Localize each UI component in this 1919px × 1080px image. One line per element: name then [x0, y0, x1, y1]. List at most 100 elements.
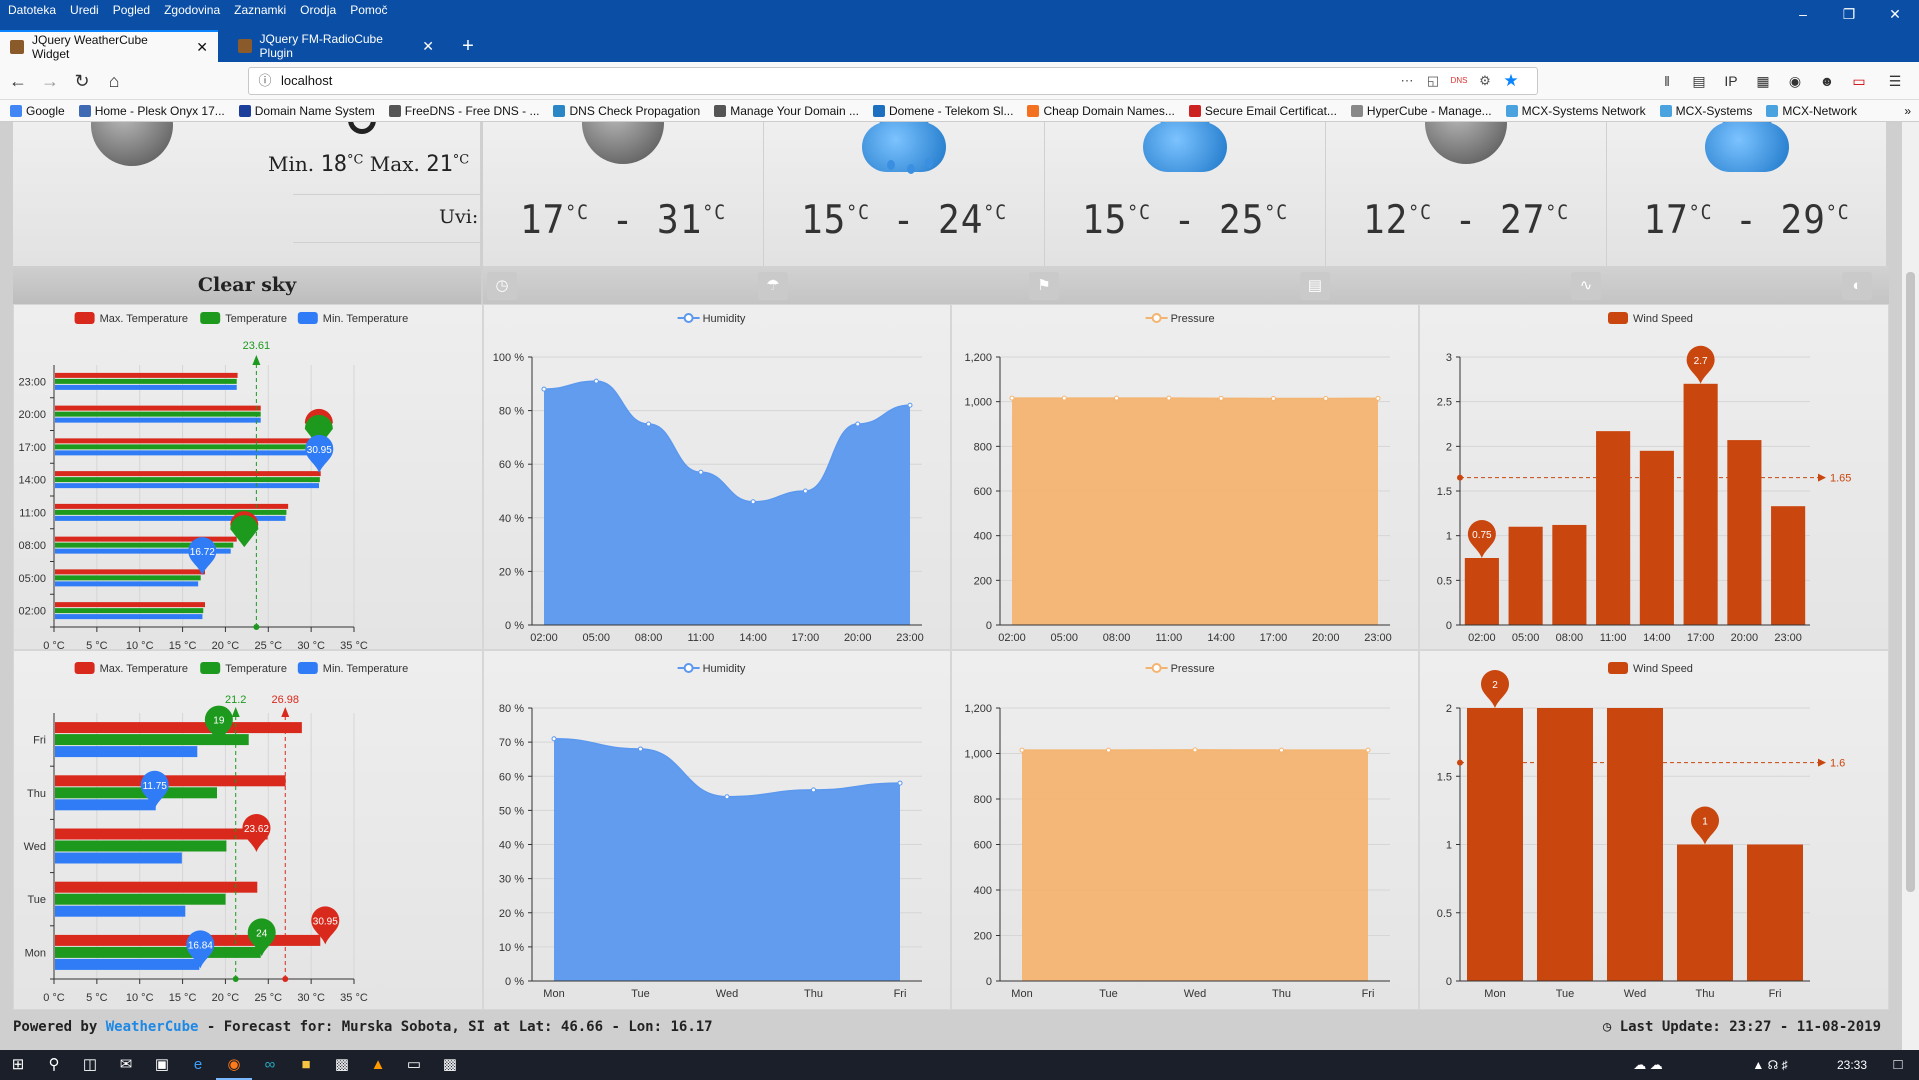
new-tab-button[interactable]: + [452, 30, 484, 62]
vlc-icon[interactable]: ▲ [360, 1050, 396, 1080]
x-tick-label: 20:00 [1312, 632, 1340, 644]
menu-help[interactable]: Pomoč [348, 0, 389, 20]
pdf-icon[interactable]: ▭ [1848, 70, 1870, 92]
menu-file[interactable]: Datoteka [6, 0, 58, 20]
ip-icon[interactable]: IP [1720, 70, 1742, 92]
tray-network-volume[interactable]: ▲ ☊ ♯ [1740, 1050, 1800, 1080]
flag-icon[interactable]: ⚑ [1029, 272, 1059, 300]
data-point [1323, 396, 1329, 402]
close-tab-icon[interactable]: ✕ [196, 39, 208, 56]
sim-icon[interactable]: ▤ [1300, 272, 1330, 300]
dash: - [1150, 197, 1220, 244]
bookmark-item[interactable]: Cheap Domain Names... [1027, 104, 1175, 118]
forecast-day-panel: 15°C - 25°C [1045, 122, 1326, 266]
bookmark-item[interactable]: FreeDNS - Free DNS - ... [388, 103, 540, 118]
clock-icon[interactable]: ◷ [487, 272, 517, 300]
bookmark-item[interactable]: MCX-Systems [1659, 104, 1752, 118]
contrast-icon[interactable]: ◐ [1842, 272, 1872, 300]
menu-tools[interactable]: Orodja [298, 0, 338, 20]
bookmark-item[interactable]: Domain Name System [238, 103, 375, 118]
restore-button[interactable]: ❐ [1826, 0, 1872, 28]
search-icon[interactable]: ⚲ [36, 1050, 72, 1080]
bar [55, 799, 156, 811]
x-tick-label: 10 °C [126, 992, 154, 1004]
temp-min: 15 [800, 197, 847, 244]
bookmark-item[interactable]: DNS Check Propagation [553, 104, 700, 118]
forecast-temperature-range: 15°C - 24°C [764, 198, 1044, 243]
legend-swatch [1608, 312, 1628, 324]
task-view-icon[interactable]: ◫ [72, 1050, 108, 1080]
y-tick-label: 0.5 [1437, 908, 1452, 920]
bookmark-item[interactable]: MCX-Systems Network [1505, 104, 1646, 118]
edge-icon[interactable]: e [180, 1050, 216, 1080]
extension-icon[interactable]: ◉ [1784, 70, 1806, 92]
arduino-icon[interactable]: ∞ [252, 1050, 288, 1080]
tab-weathercube[interactable]: JQuery WeatherCube Widget ✕ [0, 30, 218, 62]
forecast-day-panel: 12°C - 27°C [1326, 122, 1607, 266]
bookmark-item[interactable]: MCX-Network [1766, 104, 1857, 118]
reload-button[interactable]: ↻ [68, 68, 96, 94]
bookmark-label: FreeDNS - Free DNS - ... [404, 103, 540, 118]
footer: Powered by WeatherCube - Forecast for: M… [13, 1012, 1889, 1042]
bar [55, 444, 317, 450]
bookmark-label: Domain Name System [254, 103, 375, 118]
url-bar[interactable]: ⓘ localhost ⋯ ◱ DNS ⚙ ★ [248, 67, 1538, 95]
bar [1537, 708, 1593, 981]
close-tab-icon[interactable]: ✕ [422, 38, 434, 55]
close-window-button[interactable]: ✕ [1872, 0, 1918, 28]
file-explorer-icon[interactable]: ■ [288, 1050, 324, 1080]
legend-item: Max. Temperature [74, 662, 188, 675]
bookmark-item[interactable]: Google [10, 104, 65, 118]
system-tray-icons[interactable]: ☁ ☁ ☁ [1630, 1050, 1666, 1080]
bookmark-favicon-icon [388, 104, 401, 117]
umbrella-icon[interactable]: ☂ [758, 272, 788, 300]
screenshot-icon[interactable]: ▦ [1752, 70, 1774, 92]
temp-min: 15 [1081, 197, 1128, 244]
data-marker-pin: 0.75 [1467, 520, 1496, 558]
library-icon[interactable]: ‖ [1656, 70, 1678, 92]
info-icon[interactable]: ⓘ [255, 70, 275, 92]
app-icon[interactable]: ▩ [324, 1050, 360, 1080]
page-actions-icon[interactable]: ⋯ [1397, 70, 1417, 92]
webstorm-icon[interactable]: ▩ [432, 1050, 468, 1080]
y-tick-label: 20 % [499, 908, 524, 920]
menu-history[interactable]: Zgodovina [162, 0, 222, 20]
pulse-icon[interactable]: ∿ [1571, 272, 1601, 300]
account-icon[interactable]: ☻ [1816, 70, 1838, 92]
x-tick-label: 23:00 [1774, 632, 1802, 644]
notifications-icon[interactable]: □ [1880, 1050, 1916, 1080]
back-button[interactable]: ← [4, 68, 32, 94]
bookmark-item[interactable]: Manage Your Domain ... [714, 104, 859, 118]
notepad-icon[interactable]: ▭ [396, 1050, 432, 1080]
bookmark-item[interactable]: Domene - Telekom Sl... [872, 104, 1013, 118]
gear-icon[interactable]: ⚙ [1475, 70, 1495, 92]
start-icon[interactable]: ⊞ [0, 1050, 36, 1080]
dns-icon[interactable]: DNS [1449, 70, 1469, 92]
bookmark-item[interactable]: Home - Plesk Onyx 17... [78, 104, 225, 118]
home-button[interactable]: ⌂ [100, 68, 128, 94]
minimize-button[interactable]: – [1780, 0, 1826, 28]
hamburger-menu-icon[interactable]: ☰ [1884, 70, 1906, 92]
mail-icon[interactable]: ✉ [108, 1050, 144, 1080]
bookmark-star-icon[interactable]: ★ [1501, 70, 1521, 92]
store-icon[interactable]: ▣ [144, 1050, 180, 1080]
menu-view[interactable]: Pogled [111, 0, 152, 20]
pocket-icon[interactable]: ◱ [1423, 70, 1443, 92]
firefox-icon[interactable]: ◉ [216, 1050, 252, 1080]
menu-bookmarks[interactable]: Zaznamki [232, 0, 288, 20]
page-scrollbar[interactable] [1902, 122, 1919, 1050]
bookmark-item[interactable]: HyperCube - Manage... [1350, 104, 1492, 118]
legend-item: Pressure [1145, 313, 1215, 325]
tab-radiocube[interactable]: JQuery FM-RadioCube Plugin ✕ [228, 30, 444, 62]
data-point [1061, 395, 1067, 401]
weathercube-link[interactable]: WeatherCube [106, 1019, 199, 1035]
scrollbar-thumb[interactable] [1906, 272, 1915, 892]
forward-button[interactable]: → [36, 68, 64, 94]
menu-edit[interactable]: Uredi [68, 0, 101, 20]
clock[interactable]: 23:33 [1830, 1050, 1874, 1080]
y-tick-label: Wed [24, 841, 46, 853]
sidebar-icon[interactable]: ▤ [1688, 70, 1710, 92]
bookmarks-overflow-icon[interactable]: » [1904, 104, 1919, 118]
bookmark-item[interactable]: Secure Email Certificat... [1188, 104, 1337, 118]
legend-symbol [683, 313, 694, 323]
